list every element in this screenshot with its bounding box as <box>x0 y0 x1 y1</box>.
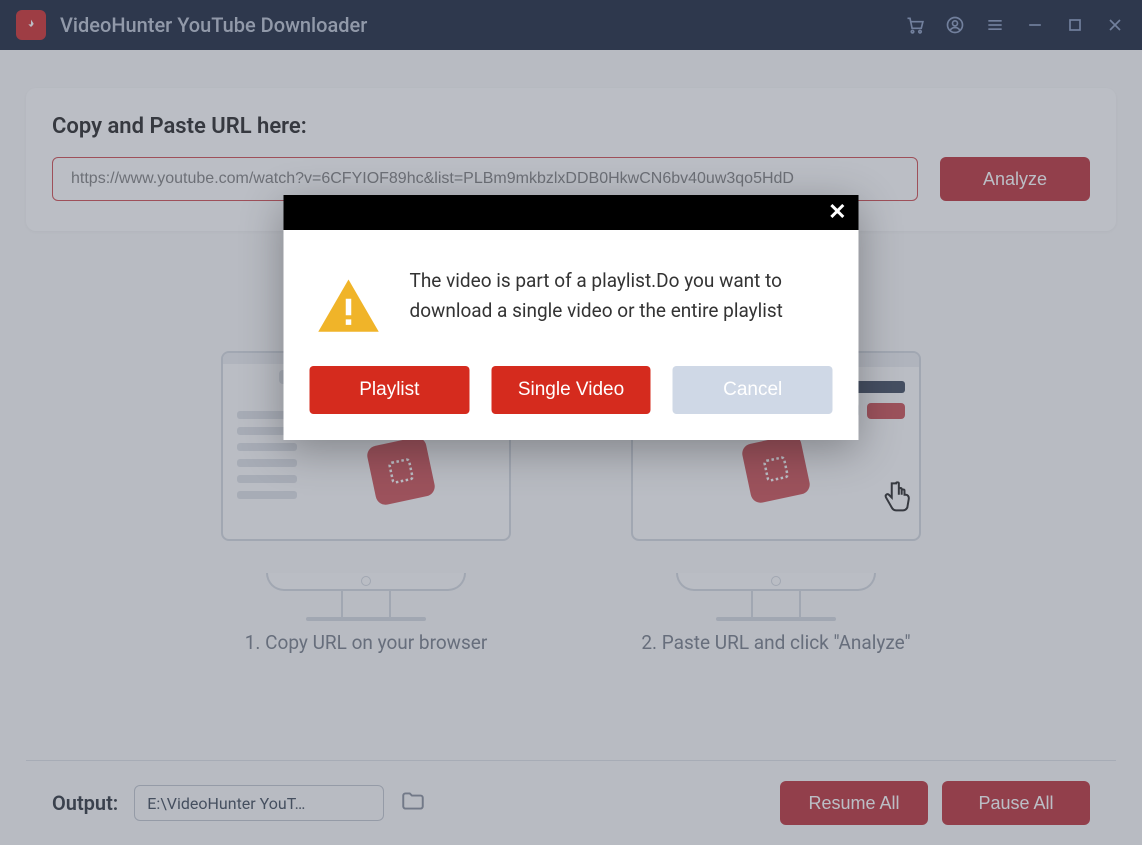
cancel-button[interactable]: Cancel <box>673 366 833 414</box>
dialog-message: The video is part of a playlist.Do you w… <box>410 266 823 340</box>
single-video-button[interactable]: Single Video <box>491 366 651 414</box>
playlist-dialog: ✕ The video is part of a playlist.Do you… <box>284 195 859 440</box>
dialog-close-icon[interactable]: ✕ <box>828 200 846 225</box>
playlist-button[interactable]: Playlist <box>310 366 470 414</box>
warning-icon <box>316 274 382 340</box>
